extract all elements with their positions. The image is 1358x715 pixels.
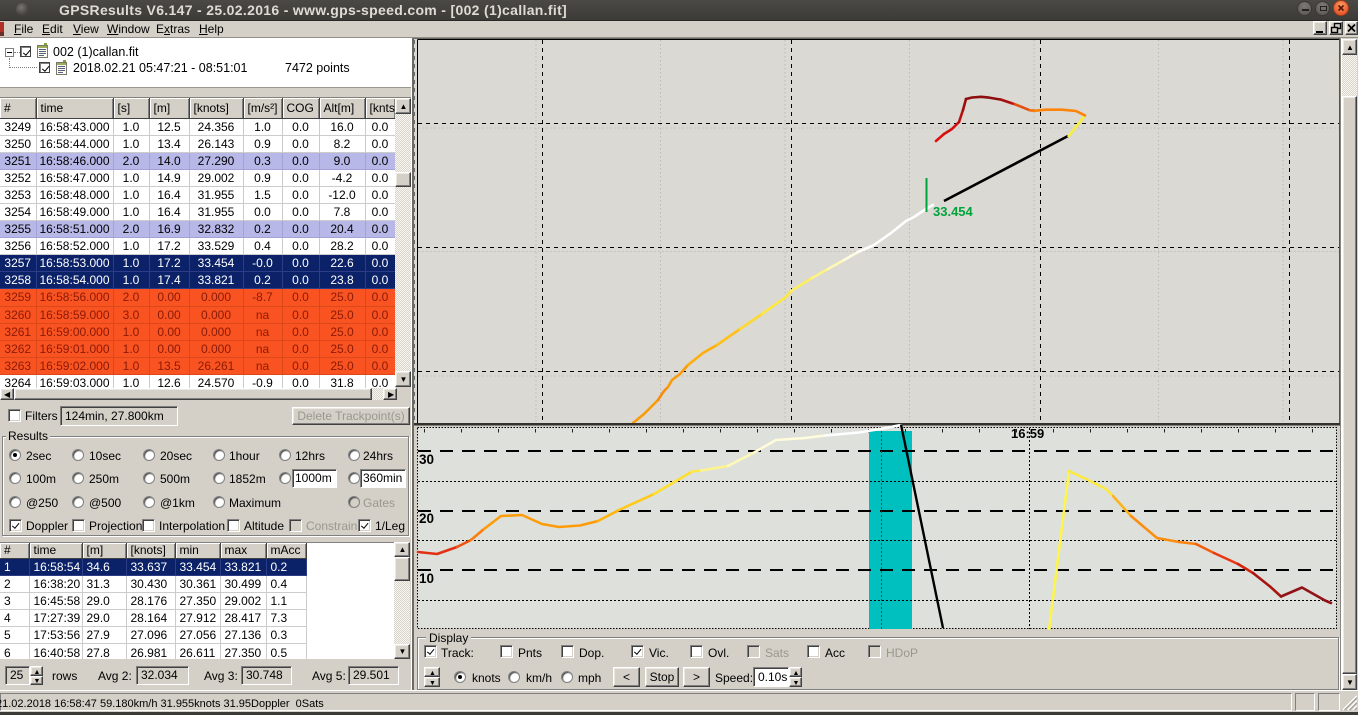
svg-text:10: 10	[419, 571, 434, 586]
svg-text:16:59: 16:59	[1011, 426, 1044, 441]
svg-text:33.454: 33.454	[933, 204, 974, 219]
svg-text:30: 30	[419, 452, 434, 467]
svg-text:20: 20	[419, 511, 434, 526]
